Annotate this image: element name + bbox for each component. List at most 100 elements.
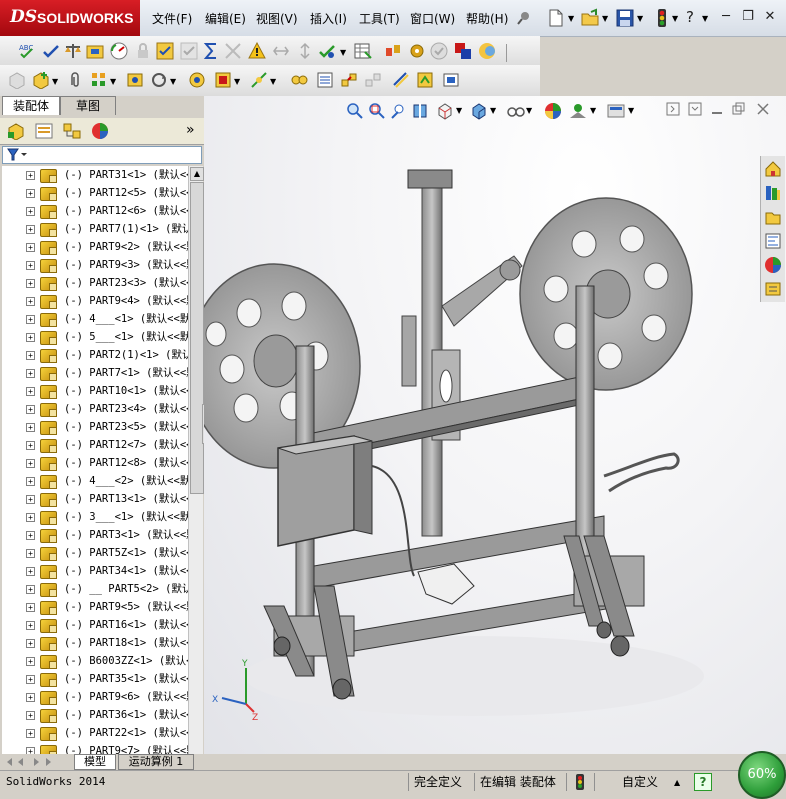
expand-toggle-icon[interactable]: + bbox=[26, 549, 35, 558]
linear-pattern-icon[interactable] bbox=[90, 71, 108, 89]
appearances-icon[interactable] bbox=[764, 256, 782, 274]
expand-toggle-icon[interactable]: + bbox=[26, 171, 35, 180]
insert-dropdown-arrow-icon[interactable]: ▼ bbox=[52, 77, 58, 86]
expand-toggle-icon[interactable]: + bbox=[26, 729, 35, 738]
tree-item[interactable]: + (-) PART12<5> (默认<< bbox=[2, 184, 188, 202]
expand-toggle-icon[interactable]: + bbox=[26, 297, 35, 306]
tree-item[interactable]: + (-) PART3<1> (默认<<默 bbox=[2, 526, 188, 544]
status-help-button[interactable]: ? bbox=[694, 773, 712, 791]
zoom-to-fit-icon[interactable] bbox=[346, 102, 364, 120]
open-folder-icon[interactable] bbox=[580, 8, 600, 28]
move-component-icon[interactable] bbox=[150, 71, 168, 89]
solidworks-logo[interactable]: DS SOLIDWORKS bbox=[0, 0, 140, 36]
menu-insert[interactable]: 插入(I) bbox=[310, 10, 347, 27]
loose-part[interactable] bbox=[417, 563, 475, 605]
bill-of-materials-icon[interactable] bbox=[316, 71, 334, 89]
handle[interactable] bbox=[603, 452, 680, 493]
mate-paperclip-icon[interactable] bbox=[66, 71, 84, 89]
tree-item[interactable]: + (-) PART9<3> (默认<<默 bbox=[2, 256, 188, 274]
tree-item[interactable]: + (-) 3___<1> (默认<<默 bbox=[2, 508, 188, 526]
tree-item[interactable]: + (-) PART9<4> (默认<<默 bbox=[2, 292, 188, 310]
view-settings-icon[interactable] bbox=[606, 102, 626, 120]
expand-toggle-icon[interactable]: + bbox=[26, 639, 35, 648]
tab-motion-study[interactable]: 运动算例 1 bbox=[118, 754, 194, 770]
expand-toggle-icon[interactable]: + bbox=[26, 711, 35, 720]
expand-toggle-icon[interactable]: + bbox=[26, 243, 35, 252]
restore-button[interactable]: ❐ bbox=[740, 9, 756, 25]
assembly-features-icon[interactable] bbox=[214, 71, 232, 89]
expand-toggle-icon[interactable]: + bbox=[26, 513, 35, 522]
feature-tree-tab-icon[interactable] bbox=[6, 122, 26, 140]
expand-toggle-icon[interactable]: + bbox=[26, 351, 35, 360]
expand-toggle-icon[interactable]: + bbox=[26, 585, 35, 594]
explode-view-icon[interactable] bbox=[384, 42, 402, 60]
menu-file[interactable]: 文件(F) bbox=[152, 10, 192, 27]
orientation-dropdown-arrow-icon[interactable]: ▼ bbox=[456, 106, 462, 115]
tree-item[interactable]: + (-) PART22<1> (默认<< bbox=[2, 724, 188, 742]
tab-assembly[interactable]: 装配体 bbox=[2, 96, 60, 115]
pin-icon[interactable] bbox=[516, 10, 532, 26]
tree-item[interactable]: + (-) PART9<6> (默认<<默 bbox=[2, 688, 188, 706]
exploded-view-icon[interactable] bbox=[340, 71, 358, 89]
expand-toggle-icon[interactable]: + bbox=[26, 495, 35, 504]
measure-folder-icon[interactable] bbox=[86, 42, 104, 60]
rebuild-dropdown-arrow-icon[interactable]: ▼ bbox=[672, 14, 678, 23]
configuration-manager-tab-icon[interactable] bbox=[62, 122, 82, 140]
zoom-to-area-icon[interactable] bbox=[368, 102, 386, 120]
expand-toggle-icon[interactable]: + bbox=[26, 423, 35, 432]
display-manager-tab-icon[interactable] bbox=[90, 122, 110, 140]
expand-toggle-icon[interactable]: + bbox=[26, 675, 35, 684]
tree-scrollbar[interactable]: ▲ bbox=[188, 166, 204, 754]
tree-item[interactable]: + (-) PART7<1> (默认<<默 bbox=[2, 364, 188, 382]
expand-toggle-icon[interactable]: + bbox=[26, 405, 35, 414]
render-sphere-icon[interactable] bbox=[478, 42, 496, 60]
edit-appearance-icon[interactable] bbox=[544, 102, 562, 120]
tree-item[interactable]: + (-) B6003ZZ<1> (默认< bbox=[2, 652, 188, 670]
tree-item[interactable]: + (-) PART13<1> (默认<< bbox=[2, 490, 188, 508]
doc-close-icon[interactable] bbox=[756, 102, 770, 116]
display-style-dropdown-arrow-icon[interactable]: ▼ bbox=[490, 106, 496, 115]
minimize-button[interactable]: ─ bbox=[718, 9, 734, 25]
snapshot-icon[interactable] bbox=[442, 71, 460, 89]
central-mast[interactable] bbox=[401, 169, 523, 537]
expand-toggle-icon[interactable]: + bbox=[26, 189, 35, 198]
expand-toggle-icon[interactable]: + bbox=[26, 747, 35, 754]
move-dropdown-arrow-icon[interactable]: ▼ bbox=[170, 77, 176, 86]
gear-tool-icon[interactable] bbox=[408, 42, 426, 60]
tree-item[interactable]: + (-) PART9<2> (默认<<默 bbox=[2, 238, 188, 256]
balance-scale-icon[interactable] bbox=[64, 42, 82, 60]
expand-toggle-icon[interactable]: + bbox=[26, 333, 35, 342]
hide-show-items-icon[interactable] bbox=[506, 102, 526, 120]
view-palette-icon[interactable] bbox=[764, 232, 782, 250]
filter-icon[interactable] bbox=[7, 148, 29, 162]
save-icon[interactable] bbox=[615, 8, 635, 28]
tree-item[interactable]: + (-) PART23<3> (默认<< bbox=[2, 274, 188, 292]
doc-restore-icon[interactable] bbox=[732, 102, 746, 116]
view-settings-dropdown-arrow-icon[interactable]: ▼ bbox=[628, 106, 634, 115]
instant3d-icon[interactable] bbox=[392, 71, 410, 89]
tree-item[interactable]: + (-) PART34<1> (默认<< bbox=[2, 562, 188, 580]
section-view-icon[interactable] bbox=[412, 102, 430, 120]
features-dropdown-arrow-icon[interactable]: ▼ bbox=[234, 77, 240, 86]
check-pencil-icon[interactable] bbox=[42, 42, 60, 60]
tree-item[interactable]: + (-) PART35<1> (默认<< bbox=[2, 670, 188, 688]
expand-toggle-icon[interactable]: + bbox=[26, 225, 35, 234]
performance-gauge-icon[interactable] bbox=[110, 42, 128, 60]
expand-toggle-icon[interactable]: + bbox=[26, 477, 35, 486]
tree-item[interactable]: + (-) PART12<7> (默认<< bbox=[2, 436, 188, 454]
graphics-area[interactable]: ▼ ▼ ▼ ▼ ▼ Y X Z bbox=[204, 96, 786, 754]
close-button[interactable]: ✕ bbox=[762, 9, 778, 25]
menu-help[interactable]: 帮助(H) bbox=[466, 10, 508, 27]
tree-item[interactable]: + (-) PART9<7> (默认<<默 bbox=[2, 742, 188, 754]
expand-toggle-icon[interactable]: + bbox=[26, 315, 35, 324]
tree-item[interactable]: + (-) PART7(1)<1> (默认 bbox=[2, 220, 188, 238]
expand-toggle-icon[interactable]: + bbox=[26, 387, 35, 396]
menu-edit[interactable]: 编辑(E) bbox=[205, 10, 246, 27]
tree-item[interactable]: + (-) PART36<1> (默认<< bbox=[2, 706, 188, 724]
units-selector[interactable]: 自定义 bbox=[622, 774, 658, 790]
scroll-up-arrow-icon[interactable]: ▲ bbox=[190, 167, 204, 181]
insert-component-icon[interactable] bbox=[32, 71, 50, 89]
tile-horizontal-icon[interactable] bbox=[688, 102, 702, 116]
right-reel[interactable] bbox=[519, 197, 693, 391]
tree-item[interactable]: + (-) PART9<5> (默认<<默 bbox=[2, 598, 188, 616]
